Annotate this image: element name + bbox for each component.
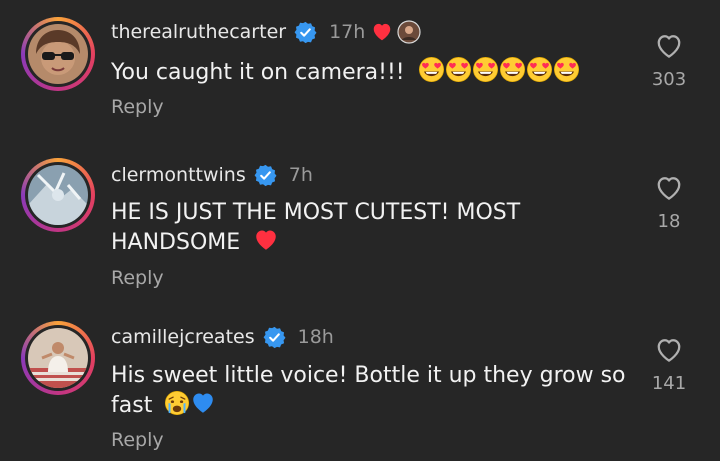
profile-photo-icon xyxy=(28,328,88,388)
comment-meta: therealruthecarter 17h xyxy=(111,18,421,46)
avatar-border xyxy=(25,21,91,87)
profile-photo-icon xyxy=(28,165,88,225)
heart-outline-icon[interactable] xyxy=(654,173,684,203)
avatar-photo xyxy=(28,24,88,84)
avatar-border xyxy=(25,325,91,391)
comment-text-line-2: fast xyxy=(111,390,631,420)
crying-face-icon xyxy=(164,390,190,416)
heart-eyes-icon xyxy=(418,56,445,83)
avatar[interactable] xyxy=(21,17,95,91)
verified-badge-icon xyxy=(263,326,286,349)
like-count: 18 xyxy=(657,211,681,232)
comment-text: HE IS JUST THE MOST CUTEST! MOST HANDSOM… xyxy=(111,198,631,257)
red-heart-icon xyxy=(253,227,279,253)
reply-button[interactable]: Reply xyxy=(111,267,164,289)
comment-meta: clermonttwins 7h xyxy=(111,161,313,189)
timestamp: 17h xyxy=(329,21,366,43)
comment-text-content: HANDSOME xyxy=(111,230,241,255)
comment-text-content: fast xyxy=(111,393,153,418)
username[interactable]: clermonttwins xyxy=(111,164,246,186)
heart-eyes-icon xyxy=(526,56,553,83)
verified-badge-icon xyxy=(254,164,277,187)
heart-eyes-icon xyxy=(553,56,580,83)
reply-button[interactable]: Reply xyxy=(111,96,164,118)
avatar[interactable] xyxy=(21,158,95,232)
like-control[interactable]: 18 xyxy=(646,173,692,232)
comment-text: His sweet little voice! Bottle it up the… xyxy=(111,361,631,420)
avatar-photo xyxy=(28,328,88,388)
comment-text-line-2: HANDSOME xyxy=(111,227,631,257)
like-control[interactable]: 303 xyxy=(646,31,692,90)
like-count: 141 xyxy=(651,373,687,394)
comment-text-line: His sweet little voice! Bottle it up the… xyxy=(111,363,626,388)
like-control[interactable]: 141 xyxy=(646,335,692,394)
heart-eyes-icon xyxy=(472,56,499,83)
heart-eyes-icon xyxy=(499,56,526,83)
like-count: 303 xyxy=(651,69,687,90)
username[interactable]: therealruthecarter xyxy=(111,21,286,43)
avatar[interactable] xyxy=(21,321,95,395)
username[interactable]: camillejcreates xyxy=(111,326,255,348)
timestamp: 7h xyxy=(288,164,313,186)
verified-badge-icon xyxy=(294,21,317,44)
comment-meta: camillejcreates 18h xyxy=(111,323,334,351)
avatar-photo xyxy=(28,165,88,225)
creator-heart-icon xyxy=(371,21,393,43)
profile-photo-icon xyxy=(28,24,88,84)
heart-eyes-emojis xyxy=(418,60,580,85)
heart-outline-icon[interactable] xyxy=(654,335,684,365)
comment-text: You caught it on camera!!! xyxy=(111,56,631,87)
comment-text-line: HE IS JUST THE MOST CUTEST! MOST xyxy=(111,200,521,225)
timestamp: 18h xyxy=(297,326,334,348)
creator-avatar-icon xyxy=(397,20,421,44)
comment-text-content: You caught it on camera!!! xyxy=(111,60,405,85)
blue-heart-icon xyxy=(190,390,216,416)
heart-eyes-icon xyxy=(445,56,472,83)
reply-button[interactable]: Reply xyxy=(111,429,164,451)
heart-outline-icon[interactable] xyxy=(654,31,684,61)
avatar-border xyxy=(25,162,91,228)
